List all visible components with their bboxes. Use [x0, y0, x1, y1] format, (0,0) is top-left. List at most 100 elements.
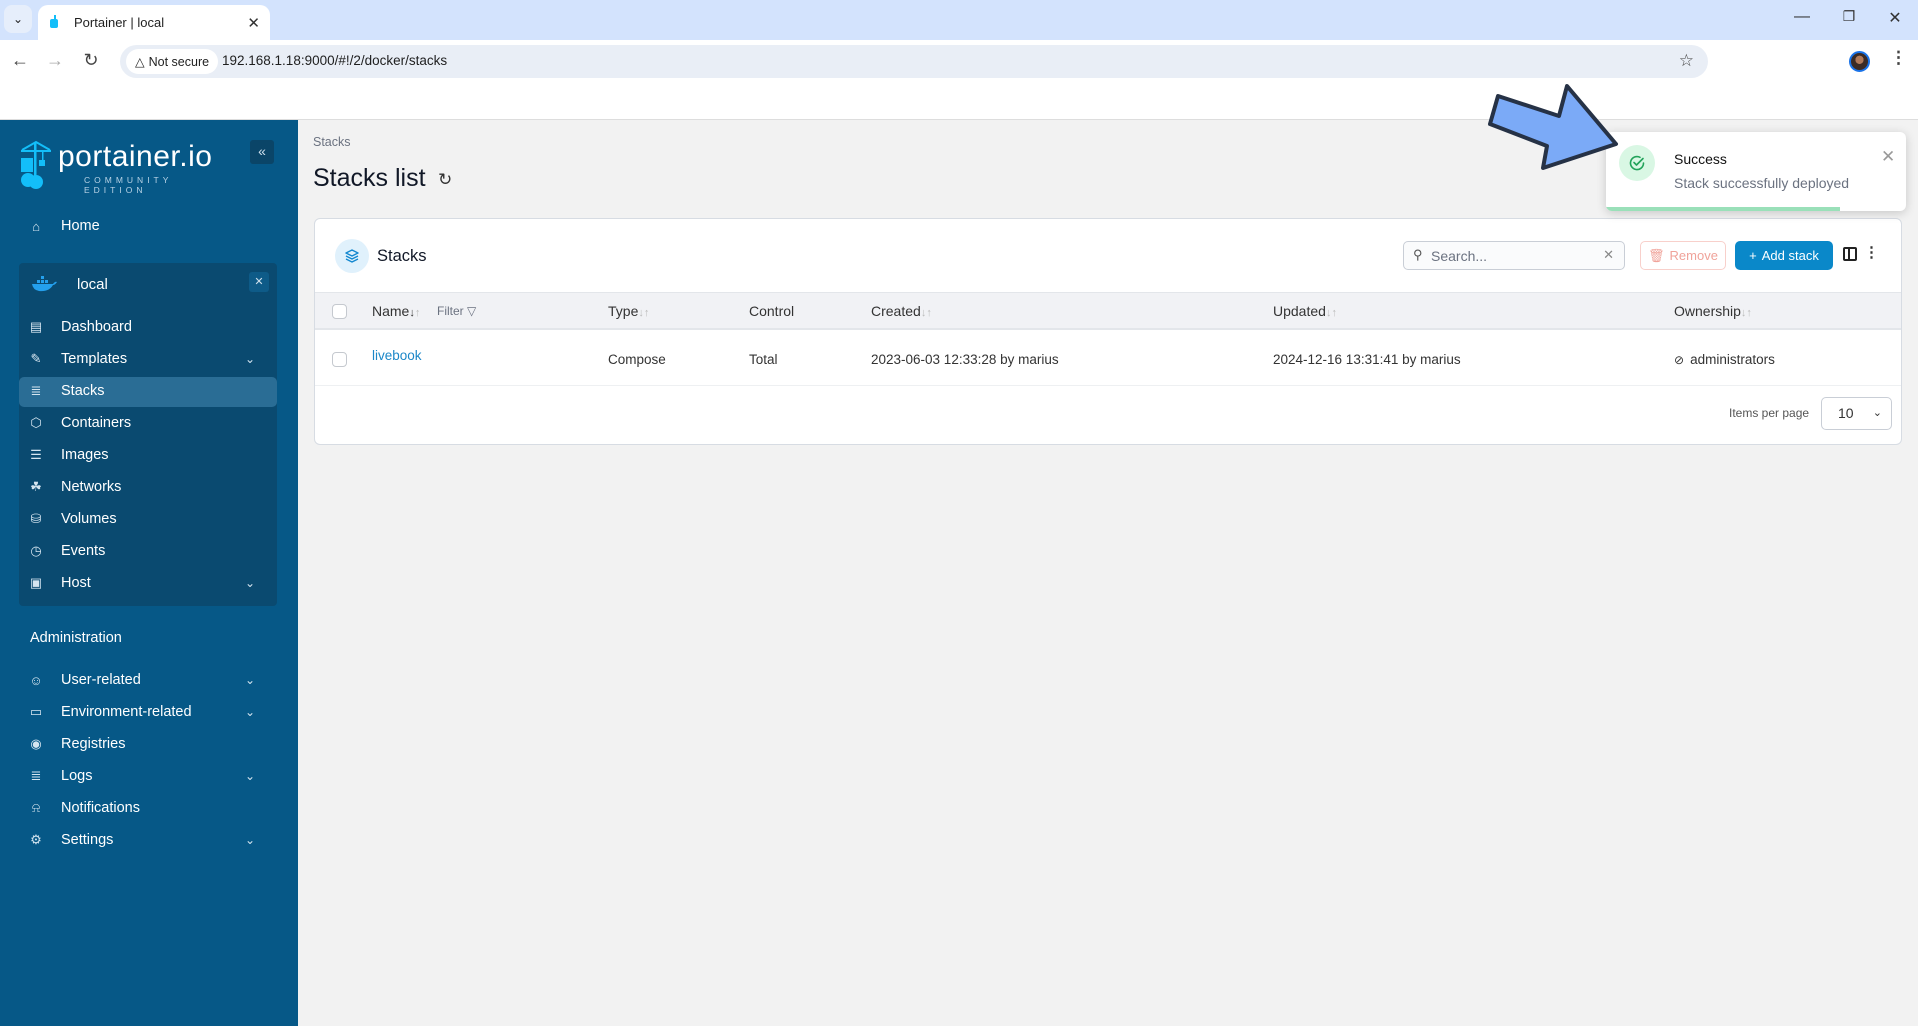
chevron-down-icon[interactable]: ⌄ — [245, 576, 255, 590]
filter-label: Filter — [437, 304, 464, 318]
security-chip[interactable]: △ Not secure — [126, 49, 219, 74]
sidebar-item-stacks[interactable]: ≣ Stacks — [28, 376, 273, 406]
remove-button[interactable]: 🗑 Remove — [1640, 241, 1726, 270]
check-circle-icon — [1619, 145, 1655, 181]
portainer-logo[interactable]: portainer.io COMMUNITY EDITION — [18, 140, 218, 195]
bookmark-star-icon[interactable]: ☆ — [1679, 51, 1694, 71]
name-filter-button[interactable]: Filter ▽ — [437, 304, 476, 318]
sidebar: portainer.io COMMUNITY EDITION « ⌂ Home … — [0, 120, 298, 1026]
trash-icon: 🗑 — [1648, 247, 1665, 263]
more-options-icon[interactable]: ⋮ — [1864, 243, 1879, 261]
sidebar-item-environment-related[interactable]: ▭ Environment-related ⌄ — [28, 697, 273, 727]
chevron-down-icon[interactable]: ⌄ — [245, 833, 255, 847]
browser-tab-bar: ⌄ Portainer | local ✕ — ❐ ✕ — [0, 0, 1918, 40]
clear-environment-button[interactable]: ✕ — [249, 272, 269, 292]
profile-avatar[interactable] — [1849, 51, 1870, 72]
chevron-down-icon[interactable]: ⌄ — [245, 705, 255, 719]
sidebar-item-registries[interactable]: ◉ Registries — [28, 729, 273, 759]
page-title: Stacks list — [313, 164, 426, 192]
address-bar[interactable]: △ Not secure 192.168.1.18:9000/#!/2/dock… — [120, 45, 1708, 78]
radio-icon: ◉ — [30, 736, 42, 751]
stack-created: 2023-06-03 12:33:28 by marius — [871, 352, 1059, 367]
host-icon: ▣ — [29, 575, 43, 590]
remove-label: Remove — [1669, 248, 1718, 263]
items-per-page-label: Items per page — [1729, 406, 1810, 420]
sidebar-item-user-related[interactable]: ☺ User-related ⌄ — [28, 665, 273, 695]
column-header-type[interactable]: Type↓↑ — [608, 303, 649, 319]
url-text[interactable]: 192.168.1.18:9000/#!/2/docker/stacks — [222, 53, 447, 68]
bell-icon: ⍾ — [31, 800, 41, 815]
search-input[interactable] — [1431, 246, 1591, 266]
stack-name-link[interactable]: livebook — [372, 348, 422, 363]
sidebar-item-volumes[interactable]: ⛁ Volumes — [28, 504, 273, 534]
sidebar-item-host[interactable]: ▣ Host ⌄ — [28, 568, 273, 598]
search-box: ⚲ ✕ — [1403, 241, 1625, 270]
stack-ownership: ⊘ administrators — [1674, 352, 1775, 367]
sidebar-item-templates[interactable]: ✎ Templates ⌄ — [28, 344, 273, 374]
back-icon[interactable]: ← — [9, 50, 31, 71]
success-toast: Success Stack successfully deployed ✕ — [1606, 132, 1906, 211]
sidebar-item-networks[interactable]: ☘ Networks — [28, 472, 273, 502]
sidebar-item-containers[interactable]: ⬡ Containers — [28, 408, 273, 438]
minimize-icon[interactable]: — — [1787, 8, 1817, 26]
sidebar-item-label: Templates — [61, 351, 128, 367]
card-title: Stacks — [377, 247, 427, 265]
sidebar-item-events[interactable]: ◷ Events — [28, 536, 273, 566]
items-per-page-select[interactable]: 10 ⌄ — [1821, 397, 1892, 430]
reload-icon[interactable]: ↻ — [80, 50, 102, 71]
administration-heading: Administration — [30, 630, 122, 646]
sidebar-item-dashboard[interactable]: ▤ Dashboard — [28, 312, 273, 342]
filter-icon: ▽ — [467, 304, 477, 318]
sidebar-item-notifications[interactable]: ⍾ Notifications — [28, 793, 273, 823]
restore-icon[interactable]: ❐ — [1834, 8, 1864, 25]
logo-subtitle: COMMUNITY EDITION — [84, 175, 173, 195]
chevron-down-icon[interactable]: ⌄ — [245, 352, 255, 366]
logo-text: portainer.io — [58, 140, 213, 173]
close-toast-icon[interactable]: ✕ — [1881, 147, 1895, 167]
close-window-icon[interactable]: ✕ — [1880, 8, 1910, 28]
column-header-ownership[interactable]: Ownership↓↑ — [1674, 303, 1752, 319]
forward-icon[interactable]: → — [44, 50, 66, 71]
table-row: livebook Compose Total 2023-06-03 12:33:… — [315, 334, 1901, 386]
sidebar-item-label: Events — [61, 543, 106, 559]
sidebar-item-logs[interactable]: ≣ Logs ⌄ — [28, 761, 273, 791]
close-tab-icon[interactable]: ✕ — [247, 14, 260, 32]
select-all-checkbox[interactable] — [332, 304, 347, 319]
drive-icon: ▭ — [29, 704, 43, 719]
sidebar-item-label: Settings — [61, 832, 114, 848]
chevron-down-icon: ⌄ — [12, 12, 24, 26]
sidebar-item-label: Host — [61, 575, 91, 591]
clear-search-icon[interactable]: ✕ — [1603, 247, 1614, 263]
sidebar-item-label: Dashboard — [61, 319, 132, 335]
chevron-down-icon[interactable]: ⌄ — [245, 673, 255, 687]
column-header-control: Control — [749, 303, 794, 319]
row-checkbox[interactable] — [332, 352, 347, 367]
column-header-name[interactable]: Name↓↑ — [372, 303, 420, 319]
sidebar-item-settings[interactable]: ⚙ Settings ⌄ — [28, 825, 273, 855]
stack-control: Total — [749, 352, 778, 367]
browser-menu-icon[interactable]: ⋮ — [1890, 48, 1907, 68]
sidebar-item-images[interactable]: ☰ Images — [28, 440, 273, 470]
tab-search-button[interactable]: ⌄ — [4, 5, 32, 33]
column-label: Type — [608, 303, 639, 319]
add-stack-button[interactable]: + Add stack — [1735, 241, 1833, 270]
browser-tab[interactable]: Portainer | local ✕ — [38, 5, 270, 40]
refresh-icon[interactable]: ↻ — [438, 170, 452, 190]
column-label: Control — [749, 303, 795, 319]
warning-icon: △ — [135, 55, 145, 69]
chevron-down-icon: ⌄ — [1872, 407, 1882, 419]
security-label: Not secure — [148, 54, 210, 69]
eye-off-icon: ⊘ — [1674, 353, 1685, 367]
sidebar-item-home[interactable]: ⌂ Home — [28, 211, 273, 241]
column-header-created[interactable]: Created↓↑ — [871, 303, 932, 319]
chevron-down-icon[interactable]: ⌄ — [245, 769, 255, 783]
environment-header: local — [31, 271, 269, 297]
sidebar-item-label: Networks — [61, 479, 122, 495]
collapse-sidebar-button[interactable]: « — [250, 140, 274, 164]
columns-icon[interactable] — [1843, 247, 1857, 261]
column-header-updated[interactable]: Updated↓↑ — [1273, 303, 1337, 319]
toast-title: Success — [1674, 151, 1727, 167]
sort-icon: ↓↑ — [638, 307, 650, 319]
breadcrumb[interactable]: Stacks — [313, 135, 351, 149]
column-label: Ownership — [1674, 303, 1741, 319]
